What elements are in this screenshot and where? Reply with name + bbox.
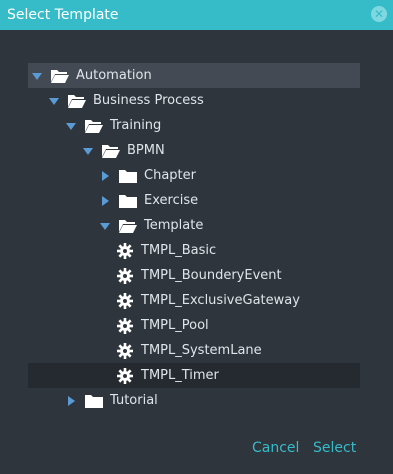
tree-item-label: TMPL_SystemLane xyxy=(141,343,262,358)
folder-icon xyxy=(119,194,137,208)
tree-item-label: Automation xyxy=(76,68,152,83)
tree-item-tmpl-systemlane[interactable]: TMPL_SystemLane xyxy=(28,338,360,363)
tree-item-tmpl-timer[interactable]: TMPL_Timer xyxy=(28,363,360,388)
tree-item-tmpl-bounderyevent[interactable]: TMPL_BounderyEvent xyxy=(28,263,360,288)
tree-item-label: TMPL_Timer xyxy=(141,368,219,383)
tree-item-tmpl-pool[interactable]: TMPL_Pool xyxy=(28,313,360,338)
tree-item-label: Tutorial xyxy=(110,393,158,408)
folder-icon xyxy=(119,169,137,183)
dialog-title: Select Template xyxy=(7,7,119,23)
tree-item-label: Template xyxy=(144,218,204,233)
tree-item-bpmn[interactable]: BPMN xyxy=(28,138,360,163)
caret-right-icon[interactable] xyxy=(100,195,110,206)
tree-item-label: Chapter xyxy=(144,168,196,183)
tree-item-label: TMPL_Pool xyxy=(141,318,209,333)
gear-icon xyxy=(117,267,133,284)
tree-item-automation[interactable]: Automation xyxy=(28,63,360,88)
tree-item-label: Exercise xyxy=(144,193,199,208)
folder-open-icon xyxy=(68,94,86,108)
tree-item-template[interactable]: Template xyxy=(28,213,360,238)
close-icon[interactable]: ✕ xyxy=(371,6,387,22)
tree-item-exercise[interactable]: Exercise xyxy=(28,188,360,213)
gear-icon xyxy=(117,367,133,384)
folder-icon xyxy=(85,394,103,408)
gear-icon xyxy=(117,242,133,259)
tree-item-business-process[interactable]: Business Process xyxy=(28,88,360,113)
caret-down-icon[interactable] xyxy=(100,221,110,231)
gear-icon xyxy=(117,292,133,309)
folder-open-icon xyxy=(102,144,120,158)
caret-down-icon[interactable] xyxy=(66,121,76,131)
tree-item-label: TMPL_Basic xyxy=(141,243,217,258)
tree-item-tutorial[interactable]: Tutorial xyxy=(28,388,360,413)
tree-item-label: Training xyxy=(110,118,162,133)
tree-item-chapter[interactable]: Chapter xyxy=(28,163,360,188)
caret-right-icon[interactable] xyxy=(66,395,76,406)
caret-down-icon[interactable] xyxy=(32,71,42,81)
gear-icon xyxy=(117,317,133,334)
folder-open-icon xyxy=(51,69,69,83)
tree-item-label: Business Process xyxy=(93,93,204,108)
caret-right-icon[interactable] xyxy=(100,170,110,181)
cancel-button[interactable]: Cancel xyxy=(252,439,299,457)
dialog-titlebar: Select Template ✕ xyxy=(0,0,393,30)
template-tree: Automation Business Process Training BPMN Ch… xyxy=(28,63,360,413)
folder-open-icon xyxy=(85,119,103,133)
tree-item-label: TMPL_ExclusiveGateway xyxy=(141,293,300,308)
gear-icon xyxy=(117,342,133,359)
caret-down-icon[interactable] xyxy=(83,146,93,156)
tree-item-label: TMPL_BounderyEvent xyxy=(141,268,282,283)
tree-item-tmpl-exclusivegateway[interactable]: TMPL_ExclusiveGateway xyxy=(28,288,360,313)
select-button[interactable]: Select xyxy=(313,439,356,457)
caret-down-icon[interactable] xyxy=(49,96,59,106)
tree-item-label: BPMN xyxy=(127,143,165,158)
tree-item-tmpl-basic[interactable]: TMPL_Basic xyxy=(28,238,360,263)
folder-open-icon xyxy=(119,219,137,233)
tree-item-training[interactable]: Training xyxy=(28,113,360,138)
